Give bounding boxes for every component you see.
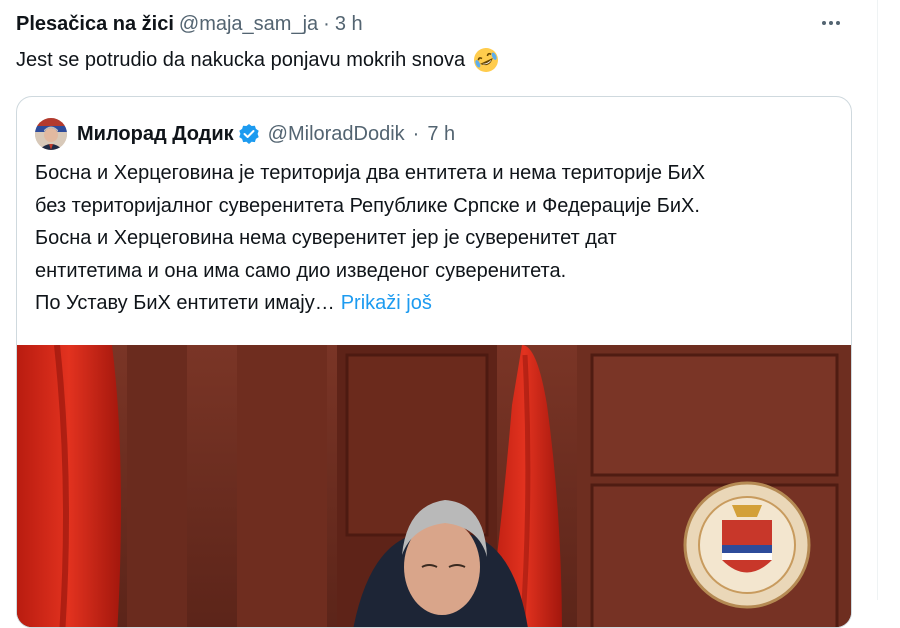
- avatar[interactable]: [35, 118, 67, 150]
- quoted-text-line: ентитетима и она има само дио изведеног …: [35, 259, 567, 282]
- author-handle[interactable]: @maja_sam_ja: [179, 13, 318, 36]
- quoted-text-line-last: По Уставу БиХ ентитети имају… Prikaži još: [35, 287, 845, 320]
- quoted-tweet[interactable]: Милорад Додик @MiloradDodik · 7 h Босна …: [16, 96, 852, 628]
- avatar-image: [35, 118, 67, 150]
- photo-image: [17, 345, 851, 627]
- quoted-tweet-text: Босна и Херцеговина је територија два ен…: [35, 157, 845, 320]
- quoted-text-line: Босна и Херцеговина нема суверенитет јер…: [35, 227, 617, 249]
- quoted-text-line: без територијалног суверенитета Републик…: [35, 194, 700, 217]
- quoted-author-name[interactable]: Милорад Додик: [77, 123, 234, 146]
- quoted-tweet-header: Милорад Додик @MiloradDodik · 7 h: [35, 117, 455, 151]
- author-name[interactable]: Plesačica na žici: [16, 13, 174, 36]
- verified-badge-icon: [238, 124, 259, 144]
- quoted-tweet-time[interactable]: 7 h: [427, 123, 455, 146]
- separator-dot: ·: [323, 12, 330, 35]
- tweet-time[interactable]: 3 h: [335, 13, 363, 36]
- tweet-text: Jest se potrudio da nakucka ponjavu mokr…: [16, 46, 499, 74]
- tweet-header: Plesačica na žici @maja_sam_ja · 3 h: [16, 10, 363, 38]
- rofl-emoji-icon: [474, 48, 499, 72]
- quoted-text-line: Босна и Херцеговина је територија два ен…: [35, 162, 706, 184]
- tweet[interactable]: Plesačica na žici @maja_sam_ja · 3 h Jes…: [16, 0, 856, 628]
- more-options-icon: [822, 21, 840, 25]
- quoted-text-line-5: По Уставу БиХ ентитети имају…: [35, 292, 335, 314]
- quoted-tweet-photo[interactable]: [17, 345, 851, 627]
- tweet-text-content: Jest se potrudio da nakucka ponjavu mokr…: [16, 49, 466, 71]
- quoted-author-handle[interactable]: @MiloradDodik: [268, 123, 405, 146]
- show-more-link[interactable]: Prikaži još: [341, 292, 432, 314]
- timeline-right-border: [877, 0, 878, 600]
- more-options-button[interactable]: [814, 8, 848, 38]
- separator-dot: ·: [412, 122, 420, 145]
